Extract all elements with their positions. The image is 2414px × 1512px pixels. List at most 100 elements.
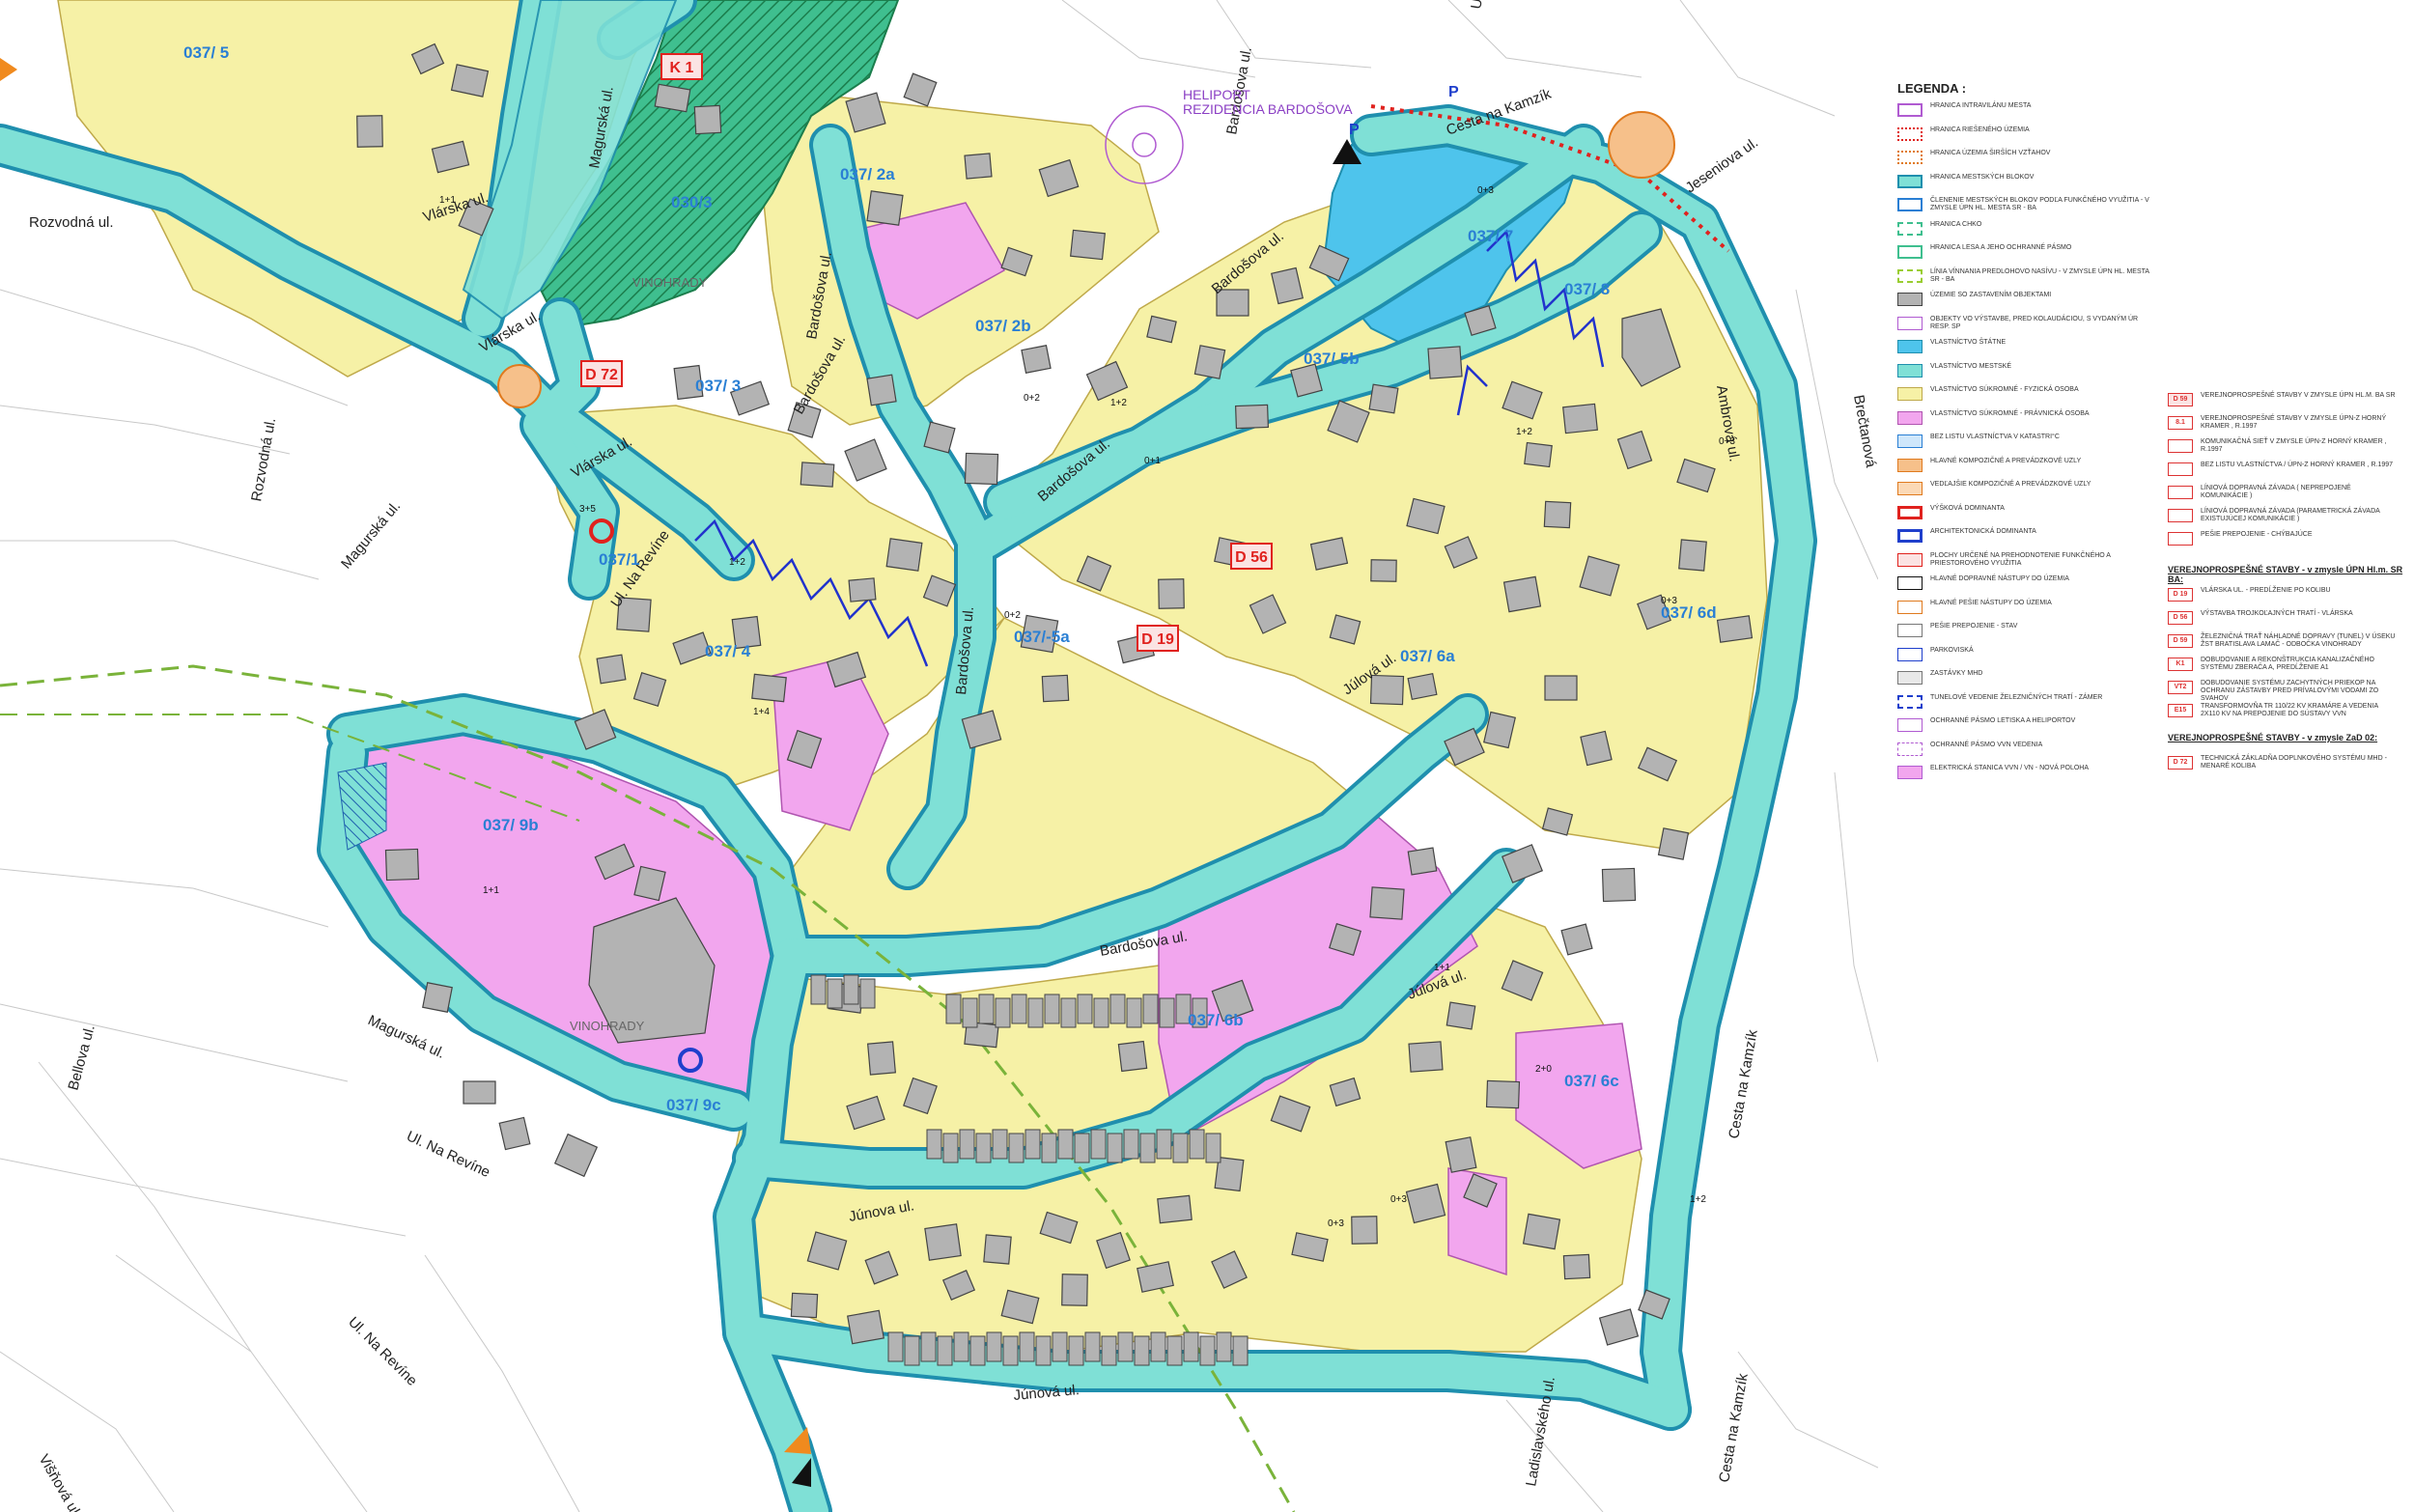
- building: [1562, 1253, 1591, 1280]
- legend-item: ÚZEMIE SO ZASTAVENÍM OBJEKTAMI: [1897, 291, 2148, 310]
- legend-right-label: VÝSTAVBA TROJKOĽAJNÝCH TRATÍ - VLÁRSKA: [2201, 610, 2353, 617]
- building-room-label: 0+2: [1024, 393, 1040, 404]
- vps-code-box: D 19: [1137, 625, 1179, 652]
- legend-item: HRANICA INTRAVILÁNU MESTA: [1897, 101, 2148, 121]
- building: [1485, 1079, 1521, 1109]
- legend-right-label: PEŠIE PREPOJENIE - CHÝBAJÚCE: [2201, 531, 2313, 538]
- legend-right-item: E15 TRANSFORMOVŇA TR 110/22 kV KRAMÁRE A …: [2168, 702, 2404, 723]
- row-house: [1074, 1133, 1090, 1163]
- legend-item-label: ZASTÁVKY MHD: [1930, 670, 1983, 677]
- legend-item-label: OCHRANNÉ PÁSMO VVN VEDENIA: [1930, 741, 2043, 748]
- zoning-map[interactable]: Rozvodná ul. Vlárska ul.Magurská ul.Rozvo…: [0, 0, 1878, 1512]
- building-room-label: 1+2: [1516, 427, 1532, 437]
- legend-item-label: LÍNIA VÍNNANIA PREDLOHOVO NASÍVU - v zmy…: [1930, 267, 2149, 283]
- legend-right-item: 8.1 VEREJNOPROSPEŠNÉ STAVBY v zmysle ÚPN-…: [2168, 414, 2404, 435]
- legend-right-item: BEZ LISTU VLASTNÍCTVA / ÚPN-Z HORNÝ KRAM…: [2168, 461, 2404, 482]
- building: [1070, 229, 1106, 261]
- row-house: [975, 1133, 992, 1163]
- legend-item: PEŠIE PREPOJENIE - STAV: [1897, 622, 2148, 641]
- vps-code-text: D 56: [1235, 549, 1268, 566]
- vps-code-box: D 72: [580, 360, 623, 387]
- legend-right-label: KOMUNIKAČNÁ SIEŤ v zmysle ÚPN-Z HORNÝ KR…: [2201, 438, 2387, 453]
- building-room-label: 0+2: [1004, 610, 1021, 621]
- building-room-label: 0+1: [1144, 456, 1161, 466]
- building: [1368, 383, 1399, 414]
- block-label: 037/ 7: [1468, 227, 1513, 245]
- building: [983, 1234, 1012, 1265]
- legend-item: PLOCHY URČENÉ NA PREHODNOTENIE FUNKČNÉHO…: [1897, 551, 2148, 571]
- legend-code-box: E15: [2168, 704, 2193, 717]
- row-house: [1216, 1331, 1232, 1362]
- legend-symbol-icon: [1897, 766, 1923, 779]
- building-room-label: 1+1: [439, 195, 456, 206]
- block-label: 037/ 6a: [1400, 647, 1455, 665]
- legend-code-box: D 72: [2168, 756, 2193, 770]
- row-house: [992, 1129, 1008, 1160]
- building: [1370, 559, 1397, 582]
- legend-item-label: HLAVNÉ DOPRAVNÉ NÁSTUPY DO ÚZEMIA: [1930, 575, 2069, 582]
- row-house: [859, 978, 876, 1009]
- legend-right-label: LÍNIOVÁ DOPRAVNÁ ZÁVADA (PARAMETRICKÁ ZÁ…: [2201, 508, 2380, 522]
- legend-item-label: HRANICA INTRAVILÁNU MESTA: [1930, 102, 2032, 109]
- legend-right-item: D 59 ŽELEZNIČNÁ TRAŤ NÁHLADNÉ DOPRAVY (TU…: [2168, 632, 2404, 654]
- legend-item-label: PARKOVISKÁ: [1930, 646, 1974, 654]
- heliport-label: HELIPORT: [1183, 87, 1250, 102]
- legend-title: LEGENDA :: [1897, 81, 1967, 96]
- row-house: [969, 1335, 986, 1366]
- legend-right-label: TECHNICKÁ ZÁKLADŇA DOPLNKOVÉHO SYSTÉMU M…: [2201, 755, 2387, 770]
- block-label: 037/ 4: [705, 642, 751, 660]
- vps-code-text: D 72: [585, 367, 618, 383]
- building: [751, 673, 787, 703]
- building: [1427, 346, 1463, 379]
- row-house: [1093, 997, 1109, 1028]
- legend-item: OCHRANNÉ PÁSMO LETISKA A HELIPORTOV: [1897, 716, 2148, 736]
- legend-item-label: VEDĽAJŠIE KOMPOZIČNÉ A PREVÁDZKOVÉ UZLY: [1930, 481, 2091, 488]
- legend-right-label: ŽELEZNIČNÁ TRAŤ NÁHLADNÉ DOPRAVY (TUNEL)…: [2201, 633, 2396, 648]
- legend-item: OBJEKTY VO VÝSTAVBE, PRED KOLAUDÁCIOU, S…: [1897, 315, 2148, 334]
- building: [1405, 1183, 1446, 1224]
- row-house: [1044, 994, 1060, 1024]
- legend-right-label: TRANSFORMOVŇA TR 110/22 kV KRAMÁRE A VED…: [2201, 703, 2378, 717]
- row-house: [1183, 1331, 1199, 1362]
- legend-symbol-icon: [1897, 174, 1923, 188]
- row-house: [1068, 1335, 1084, 1366]
- building: [847, 1309, 884, 1345]
- legend-symbol-icon: [1897, 434, 1923, 448]
- vps-code-text: D 19: [1141, 631, 1174, 648]
- legend-item-label: VÝŠKOVÁ DOMINANTA: [1930, 504, 2005, 512]
- building: [1544, 675, 1578, 701]
- vps-code-box: K 1: [660, 53, 703, 80]
- building: [1407, 673, 1438, 700]
- row-house: [1172, 1133, 1189, 1163]
- legend-item: ČLENENIE MESTSKÝCH BLOKOV PODĽA FUNKČNÉH…: [1897, 196, 2149, 215]
- block-label: 037/ 3: [695, 377, 741, 395]
- legend-right-item: D 56 VÝSTAVBA TROJKOĽAJNÝCH TRATÍ - VLÁRS…: [2168, 609, 2404, 630]
- legend-item-label: VLASTNÍCTVO SÚKROMNÉ - FYZICKÁ OSOBA: [1930, 386, 2079, 393]
- row-house: [810, 974, 827, 1005]
- legend-right-label: DOBUDOVANIE A REKONŠTRUKCIA KANALIZAČNÉH…: [2201, 657, 2374, 671]
- row-house: [1052, 1331, 1068, 1362]
- legend-item-label: PLOCHY URČENÉ NA PREHODNOTENIE FUNKČNÉHO…: [1930, 551, 2111, 567]
- row-house: [959, 1129, 975, 1160]
- row-house: [1084, 1331, 1101, 1362]
- row-house: [1142, 994, 1159, 1024]
- legend-symbol-icon: [1897, 694, 1923, 709]
- block-label: 037/ 5: [183, 43, 229, 62]
- building: [1157, 1194, 1193, 1224]
- legend-symbol-icon: [1897, 198, 1923, 211]
- legend-item: VLASTNÍCTVO ŠTÁTNE: [1897, 338, 2148, 357]
- legend-code-box: [2168, 509, 2193, 522]
- row-house: [920, 1331, 937, 1362]
- legend-item: VEDĽAJŠIE KOMPOZIČNÉ A PREVÁDZKOVÉ UZLY: [1897, 480, 2148, 499]
- row-house: [1019, 1331, 1035, 1362]
- legend-item-label: VLASTNÍCTVO MESTSKÉ: [1930, 362, 2012, 370]
- building-room-label: 1+1: [483, 885, 499, 896]
- row-house: [1107, 1133, 1123, 1163]
- legend-symbol-icon: [1897, 245, 1923, 259]
- building: [1234, 404, 1270, 430]
- vps-code-box: D 56: [1230, 543, 1273, 570]
- legend-symbol-icon: [1897, 458, 1923, 472]
- legend-symbol-icon: [1897, 316, 1923, 330]
- building: [866, 190, 904, 226]
- legend-item: PARKOVISKÁ: [1897, 646, 2148, 665]
